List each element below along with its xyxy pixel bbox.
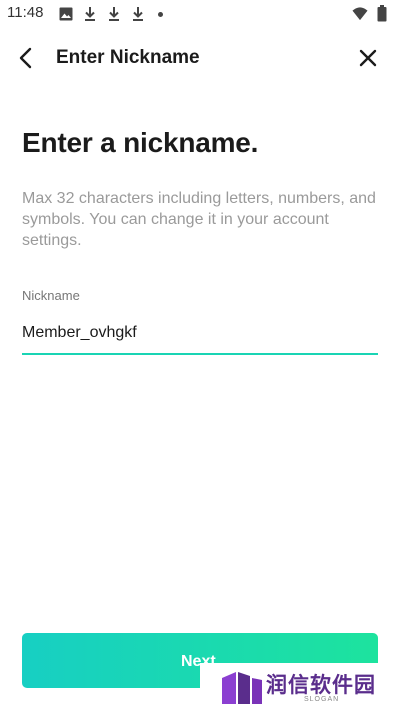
download-icon [130,6,146,22]
dot-icon [158,11,163,17]
nickname-underline [22,353,378,355]
app-bar: Enter Nickname [0,36,400,80]
chevron-left-icon [19,47,32,69]
page-title: Enter Nickname [56,47,200,68]
download-icon [82,6,98,22]
notification-icons [58,6,163,22]
watermark-subtext: SLOGAN [304,696,340,703]
nickname-label: Nickname [22,288,80,303]
wifi-icon [352,5,368,21]
description-text: Max 32 characters including letters, num… [22,190,376,249]
nickname-input[interactable] [22,318,377,348]
watermark-text: 润信软件园 [266,673,376,697]
watermark-logo-icon [222,672,262,704]
download-icon [106,6,122,22]
headline: Enter a nickname. [22,127,259,158]
status-time: 11:48 [7,4,44,21]
close-button[interactable] [354,44,382,72]
battery-icon [374,4,390,21]
status-bar: 11:48 [0,0,400,28]
watermark: 润信软件园 SLOGAN [200,663,400,711]
image-icon [58,6,74,22]
close-icon [359,49,377,67]
system-icons [352,4,390,21]
back-button[interactable] [12,44,40,72]
